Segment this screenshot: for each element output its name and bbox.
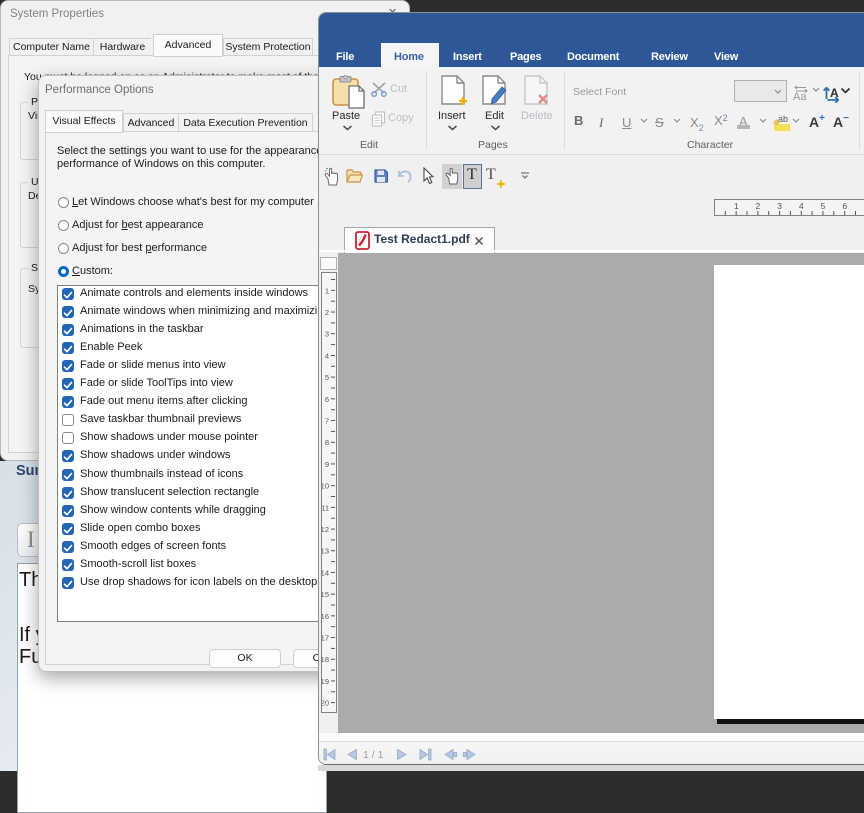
- svg-text:4: 4: [325, 351, 329, 360]
- svg-text:2: 2: [756, 201, 761, 211]
- svg-text:18: 18: [322, 655, 329, 664]
- svg-text:17: 17: [322, 634, 329, 643]
- svg-text:20: 20: [322, 699, 329, 708]
- svg-text:16: 16: [322, 612, 329, 621]
- svg-text:7: 7: [325, 417, 329, 426]
- svg-text:6: 6: [842, 201, 847, 211]
- svg-text:13: 13: [322, 547, 329, 556]
- svg-text:10: 10: [322, 482, 329, 491]
- svg-text:2: 2: [325, 308, 329, 317]
- svg-text:6: 6: [325, 395, 329, 404]
- svg-text:4: 4: [799, 201, 804, 211]
- svg-text:3: 3: [325, 330, 329, 339]
- svg-text:14: 14: [322, 568, 329, 577]
- svg-text:8: 8: [325, 438, 329, 447]
- svg-text:19: 19: [322, 677, 329, 686]
- svg-text:3: 3: [777, 201, 782, 211]
- svg-text:12: 12: [322, 525, 329, 534]
- svg-text:1: 1: [325, 286, 329, 295]
- svg-text:9: 9: [325, 460, 329, 469]
- svg-text:11: 11: [322, 503, 329, 512]
- svg-text:5: 5: [325, 373, 329, 382]
- svg-text:1: 1: [734, 201, 739, 211]
- svg-text:5: 5: [821, 201, 826, 211]
- svg-text:15: 15: [322, 590, 329, 599]
